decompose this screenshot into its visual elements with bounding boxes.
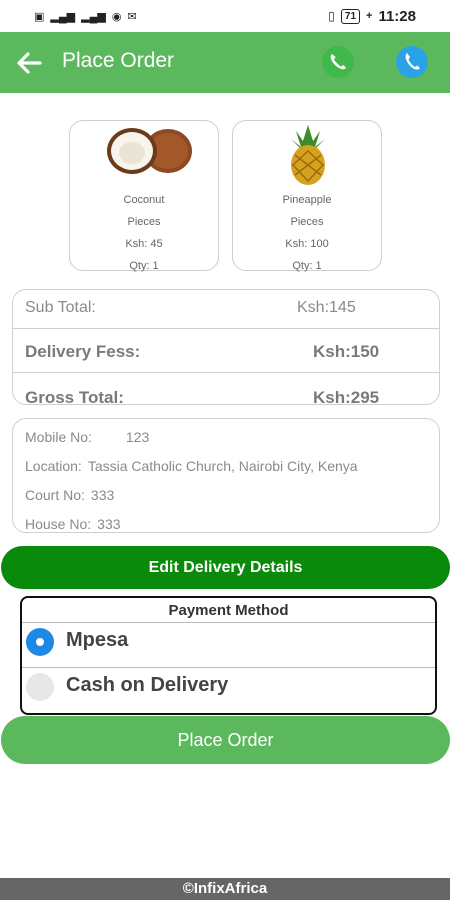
page-title: Place Order [62,49,175,72]
status-bar: ▣ ▂▄▆ ▂▄▆ ◉ ✉ ▯ 71 + 11:28 [0,0,450,32]
payment-method-title: Payment Method [22,598,435,623]
gross-total-label: Gross Total: [25,388,124,405]
house-row: House No: 333 [25,516,121,532]
sim-icon: ▣ [34,10,45,23]
coconut-image [70,121,218,189]
status-time: 11:28 [378,7,416,25]
place-order-button[interactable]: Place Order [1,716,450,764]
gross-total-value: Ksh:295 [313,388,380,405]
mobile-value: 123 [125,429,150,445]
status-icons-right: ▯ 71 + 11:28 [328,8,416,25]
mobile-label: Mobile No: [25,429,92,445]
location-row: Location: Tassia Catholic Church, Nairobi… [25,458,358,474]
delivery-details: Mobile No: 123 Location: Tassia Catholic C… [12,418,440,533]
product-price: Ksh: 45 [125,238,163,250]
mobile-row: Mobile No: 123 [25,429,149,445]
payment-option-mpesa[interactable]: Mpesa [22,623,435,668]
delivery-fee-row: Delivery Fess: Ksh:150 [13,329,439,373]
payment-option-cash[interactable]: Cash on Delivery [22,668,435,713]
signal-icon: ▂▄▆ [50,10,76,23]
payment-method-group: Payment Method Mpesa Cash on Delivery [20,596,437,715]
location-value: Tassia Catholic Church, Nairobi City, Ke… [87,458,358,474]
order-totals: Sub Total: Ksh:145 Delivery Fess: Ksh:15… [12,289,440,405]
signal-icon: ▂▄▆ [81,10,106,23]
house-value: 333 [97,516,121,532]
product-qty: Qty: 1 [292,260,322,272]
product-price: Ksh: 100 [285,238,329,250]
gross-total-row: Gross Total: Ksh:295 [13,373,439,405]
battery-icon: 71 [340,8,361,24]
delivery-fee-value: Ksh:150 [313,342,380,361]
court-row: Court No: 333 [25,487,114,503]
product-unit: Pieces [290,216,324,228]
phone-icon [330,54,346,70]
footer-credit: ©InfixAfrica [0,878,450,900]
charging-icon: + [366,10,373,22]
payment-option-label: Mpesa [66,629,129,651]
product-unit: Pieces [127,216,161,228]
sub-total-row: Sub Total: Ksh:145 [13,290,439,329]
product-card-coconut[interactable]: Coconut Pieces Ksh: 45 Qty: 1 [69,120,219,272]
hotspot-icon: ◉ [111,10,122,23]
pineapple-image [233,121,381,189]
arrow-left-icon [17,52,42,74]
house-label: House No: [25,516,92,532]
phone-icon [405,53,420,70]
delivery-fee-label: Delivery Fess: [25,342,141,361]
payment-option-label: Cash on Delivery [66,674,229,696]
edit-delivery-details-button[interactable]: Edit Delivery Details [1,546,450,589]
radio-selected-icon[interactable] [26,628,54,656]
app-bar: Place Order [0,32,450,93]
product-name: Coconut [123,194,165,206]
court-label: Court No: [25,487,85,503]
court-value: 333 [90,487,115,503]
product-card-pineapple[interactable]: Pineapple Pieces Ksh: 100 Qty: 1 [232,120,382,272]
product-name: Pineapple [282,194,332,206]
radio-unselected-icon[interactable] [26,673,54,701]
sub-total-value: Ksh:145 [297,299,356,316]
mail-icon: ✉ [127,10,137,23]
status-icons-left: ▣ ▂▄▆ ▂▄▆ ◉ ✉ [34,10,137,23]
call-button-green[interactable] [322,46,354,78]
sub-total-label: Sub Total: [25,299,96,316]
product-qty: Qty: 1 [129,260,159,272]
vibrate-icon: ▯ [328,9,335,23]
call-button-blue[interactable] [396,46,428,78]
location-label: Location: [25,458,82,474]
back-button[interactable] [14,48,44,78]
